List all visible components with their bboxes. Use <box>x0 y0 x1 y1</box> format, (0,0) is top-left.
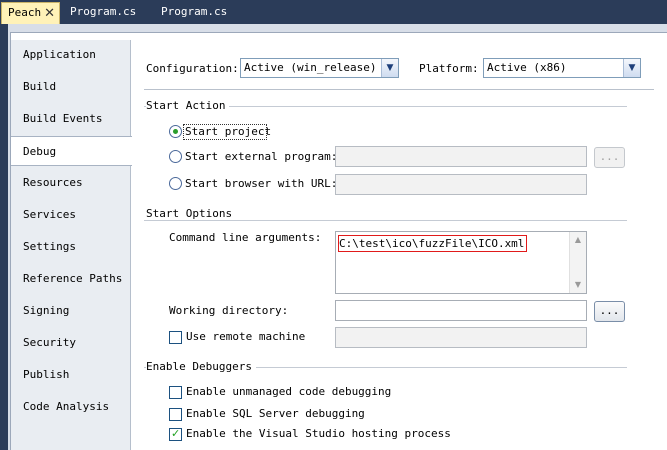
external-program-field[interactable] <box>335 146 587 167</box>
unmanaged-debugging-checkbox[interactable] <box>169 386 182 399</box>
start-browser-radio[interactable] <box>169 177 182 190</box>
nav-item-signing[interactable]: Signing <box>11 296 131 326</box>
platform-value: Active (x86) <box>487 61 567 74</box>
nav-item-build[interactable]: Build <box>11 72 131 102</box>
tab-peach[interactable]: Peach ✕ <box>1 2 60 24</box>
scroll-up-icon[interactable]: ▲ <box>570 232 586 248</box>
command-line-label: Command line arguments: <box>169 231 322 244</box>
working-directory-label: Working directory: <box>169 304 289 317</box>
tab-program-cs-2[interactable]: Program.cs <box>155 2 235 24</box>
hosting-process-label: Enable the Visual Studio hosting process <box>186 427 451 440</box>
project-properties-nav: Application Build Build Events Debug Res… <box>11 40 132 450</box>
nav-item-application[interactable]: Application <box>11 40 131 70</box>
working-directory-field[interactable] <box>335 300 587 321</box>
start-browser-label: Start browser with URL: <box>185 177 338 190</box>
chevron-down-icon: ▼ <box>623 59 640 77</box>
start-options-title: Start Options <box>146 207 237 220</box>
tab-program-cs-1-label: Program.cs <box>70 5 137 18</box>
scroll-down-icon[interactable]: ▼ <box>570 277 586 293</box>
divider <box>144 89 654 90</box>
debug-settings-panel: Configuration: Active (win_release) ▼ Pl… <box>132 40 667 450</box>
sql-debugging-label: Enable SQL Server debugging <box>186 407 365 420</box>
unmanaged-debugging-label: Enable unmanaged code debugging <box>186 385 392 398</box>
platform-dropdown[interactable]: Active (x86) ▼ <box>483 58 641 78</box>
start-project-radio[interactable] <box>169 125 182 138</box>
start-external-label: Start external program: <box>185 150 338 163</box>
configuration-value: Active (win_release) <box>244 61 377 74</box>
section-line <box>144 220 627 221</box>
radio-selected-dot <box>173 129 178 134</box>
tab-program-cs-2-label: Program.cs <box>161 5 228 18</box>
nav-item-code-analysis[interactable]: Code Analysis <box>11 392 131 422</box>
configuration-dropdown[interactable]: Active (win_release) ▼ <box>240 58 399 78</box>
nav-item-settings[interactable]: Settings <box>11 232 131 262</box>
vertical-scrollbar[interactable]: ▲ ▼ <box>569 232 586 293</box>
hosting-process-checkbox[interactable]: ✓ <box>169 427 182 441</box>
configuration-label: Configuration: <box>146 62 239 75</box>
nav-item-security[interactable]: Security <box>11 328 131 358</box>
nav-item-services[interactable]: Services <box>11 200 131 230</box>
tab-program-cs-1[interactable]: Program.cs <box>64 2 144 24</box>
enable-debuggers-title: Enable Debuggers <box>146 360 256 373</box>
command-line-args-value: C:\test\ico\fuzzFile\ICO.xml <box>338 235 528 252</box>
chevron-down-icon: ▼ <box>381 59 398 77</box>
command-line-args-field[interactable]: C:\test\ico\fuzzFile\ICO.xml ▲ ▼ <box>335 231 587 294</box>
nav-item-debug[interactable]: Debug <box>11 136 132 166</box>
nav-item-publish[interactable]: Publish <box>11 360 131 390</box>
start-external-radio[interactable] <box>169 150 182 163</box>
close-icon[interactable]: ✕ <box>44 4 55 24</box>
start-project-label: Start project <box>185 125 272 138</box>
browser-url-field[interactable] <box>335 174 587 195</box>
nav-item-build-events[interactable]: Build Events <box>11 104 131 134</box>
sql-debugging-checkbox[interactable] <box>169 408 182 421</box>
browse-working-directory-button[interactable]: ... <box>594 301 625 322</box>
use-remote-machine-label: Use remote machine <box>186 330 306 343</box>
tab-peach-label: Peach <box>8 6 42 19</box>
use-remote-machine-checkbox[interactable] <box>169 331 182 344</box>
nav-item-reference-paths[interactable]: Reference Paths <box>11 264 131 294</box>
browse-external-button[interactable]: ... <box>594 147 625 168</box>
checkmark-icon: ✓ <box>171 427 181 440</box>
start-action-title: Start Action <box>146 99 230 112</box>
remote-machine-field[interactable] <box>335 327 587 348</box>
document-tab-strip: Peach ✕ Program.cs Program.cs <box>0 0 667 24</box>
platform-label: Platform: <box>419 62 479 75</box>
nav-item-resources[interactable]: Resources <box>11 168 131 198</box>
